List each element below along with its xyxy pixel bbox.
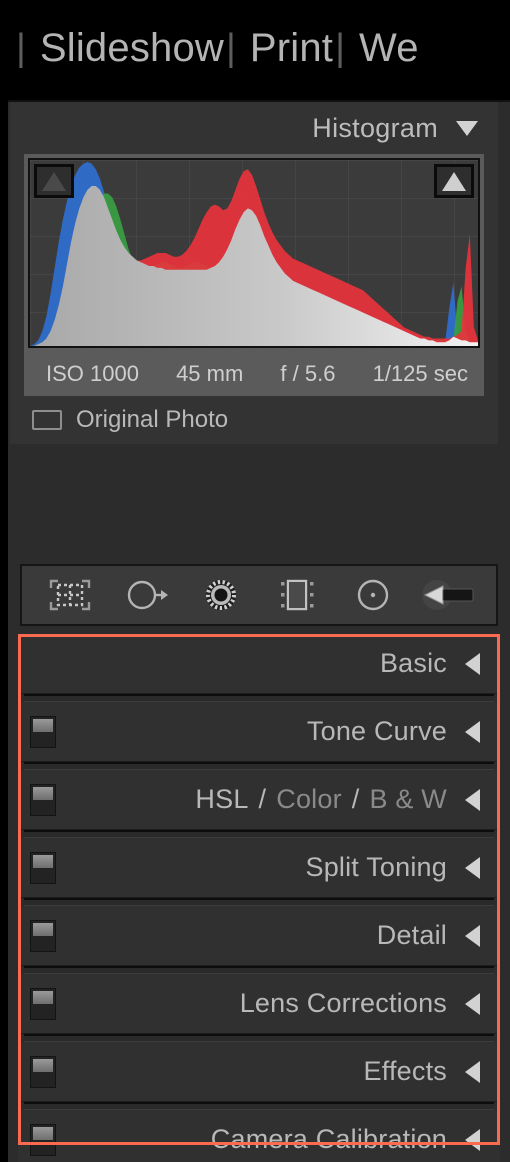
histogram-header[interactable]: Histogram xyxy=(10,102,498,154)
red-eye-icon xyxy=(206,580,237,610)
panel-label-separator: / xyxy=(258,784,267,814)
panel-label: Effects xyxy=(363,1056,447,1086)
photo-rect-icon xyxy=(32,410,62,430)
triangle-up-icon xyxy=(442,171,466,191)
histogram-frame xyxy=(24,154,484,352)
highlight-clipping-indicator[interactable] xyxy=(434,164,474,198)
graduated-filter-icon xyxy=(280,579,314,611)
chevron-left-icon[interactable] xyxy=(465,1060,480,1083)
toggle-knob xyxy=(33,990,53,1004)
panel-header-hsl-color-bw[interactable]: HSL / Color / B & W xyxy=(18,770,500,830)
panel-toggle-detail[interactable] xyxy=(30,919,56,952)
right-panel-column: Histogram ISO 1000 45 mm f / 5.6 1/125 s… xyxy=(8,100,510,1162)
panel-toggle-tone-curve[interactable] xyxy=(30,715,56,748)
toggle-knob xyxy=(33,1058,53,1072)
exif-iso: ISO 1000 xyxy=(46,361,139,386)
histogram-plot[interactable] xyxy=(28,158,480,348)
panel-label: Split Toning xyxy=(305,852,447,882)
crop-overlay-icon xyxy=(49,579,91,611)
triangle-up-icon xyxy=(42,171,66,191)
nav-item-slideshow[interactable]: Slideshow xyxy=(40,28,224,68)
nav-separator: | xyxy=(226,27,236,69)
panel-divider xyxy=(24,1102,494,1110)
spot-removal-icon xyxy=(127,580,168,610)
panel-divider xyxy=(24,830,494,838)
nav-separator: | xyxy=(335,27,345,69)
panel-label-hsl[interactable]: HSL xyxy=(195,784,248,815)
panel-label: Basic xyxy=(379,648,447,678)
shadow-clipping-indicator[interactable] xyxy=(34,164,74,198)
toggle-knob xyxy=(33,718,53,732)
histogram-title: Histogram xyxy=(312,112,438,143)
panel-header-basic[interactable]: Basic xyxy=(18,634,500,694)
radial-filter-tool[interactable] xyxy=(335,566,411,624)
panel-toggle-split-toning[interactable] xyxy=(30,851,56,884)
toggle-knob xyxy=(33,854,53,868)
panel-header-effects[interactable]: Effects xyxy=(18,1042,500,1102)
toggle-knob xyxy=(33,786,53,800)
chevron-left-icon[interactable] xyxy=(465,788,480,811)
original-photo-row[interactable]: Original Photo xyxy=(10,396,498,444)
chevron-left-icon[interactable] xyxy=(465,1128,480,1151)
panel-divider xyxy=(24,966,494,974)
develop-tool-strip xyxy=(20,564,498,626)
chevron-left-icon[interactable] xyxy=(465,924,480,947)
panel-divider xyxy=(24,898,494,906)
chevron-down-icon[interactable] xyxy=(456,120,478,136)
panel-label-color[interactable]: Color xyxy=(276,784,342,815)
exif-metadata-row: ISO 1000 45 mm f / 5.6 1/125 sec xyxy=(24,352,484,396)
toggle-knob xyxy=(33,1126,53,1140)
panel-label: Camera Calibration xyxy=(210,1124,447,1154)
develop-panel-list: Basic Tone Curve HSL / Color / B & W Spl… xyxy=(18,634,500,1162)
red-eye-correction-tool[interactable] xyxy=(183,566,259,624)
adjustment-brush-tool[interactable] xyxy=(410,566,486,624)
chevron-left-icon[interactable] xyxy=(465,992,480,1015)
panel-divider xyxy=(24,762,494,770)
panel-toggle-camera-calibration[interactable] xyxy=(30,1123,56,1156)
toggle-knob xyxy=(33,922,53,936)
nav-item-print[interactable]: Print xyxy=(250,28,333,68)
nav-item-web[interactable]: We xyxy=(359,28,419,68)
panel-header-tone-curve[interactable]: Tone Curve xyxy=(18,702,500,762)
exif-aperture: f / 5.6 xyxy=(280,361,336,386)
panel-divider xyxy=(24,694,494,702)
adjustment-brush-icon xyxy=(422,580,474,610)
panel-toggle-hsl-color-bw[interactable] xyxy=(30,783,56,816)
chevron-left-icon[interactable] xyxy=(465,720,480,743)
panel-toggle-effects[interactable] xyxy=(30,1055,56,1088)
exif-focal-length: 45 mm xyxy=(176,361,244,386)
panel-label-separator: / xyxy=(351,784,360,814)
module-nav-bar: | Slideshow | Print | We xyxy=(0,0,510,96)
nav-separator: | xyxy=(16,27,26,69)
exif-shutter-speed: 1/125 sec xyxy=(372,361,468,386)
lightroom-develop-right-panel: | Slideshow | Print | We Histogram ISO 1… xyxy=(0,0,510,1162)
panel-label: Tone Curve xyxy=(306,716,447,746)
panel-header-detail[interactable]: Detail xyxy=(18,906,500,966)
panel-toggle-lens-corrections[interactable] xyxy=(30,987,56,1020)
panel-header-camera-calibration[interactable]: Camera Calibration xyxy=(18,1110,500,1162)
histogram-module: Histogram ISO 1000 45 mm f / 5.6 1/125 s… xyxy=(10,102,498,444)
panel-label-bw[interactable]: B & W xyxy=(369,784,447,815)
panel-divider xyxy=(24,1034,494,1042)
panel-header-split-toning[interactable]: Split Toning xyxy=(18,838,500,898)
radial-filter-icon xyxy=(357,579,388,611)
panel-label: Lens Corrections xyxy=(239,988,447,1018)
panel-header-lens-corrections[interactable]: Lens Corrections xyxy=(18,974,500,1034)
histogram-curves xyxy=(30,161,478,346)
panel-label: Detail xyxy=(376,920,447,950)
crop-overlay-tool[interactable] xyxy=(32,566,108,624)
original-photo-label: Original Photo xyxy=(76,406,229,433)
spot-removal-tool[interactable] xyxy=(108,566,184,624)
chevron-left-icon[interactable] xyxy=(465,652,480,675)
graduated-filter-tool[interactable] xyxy=(259,566,335,624)
chevron-left-icon[interactable] xyxy=(465,856,480,879)
